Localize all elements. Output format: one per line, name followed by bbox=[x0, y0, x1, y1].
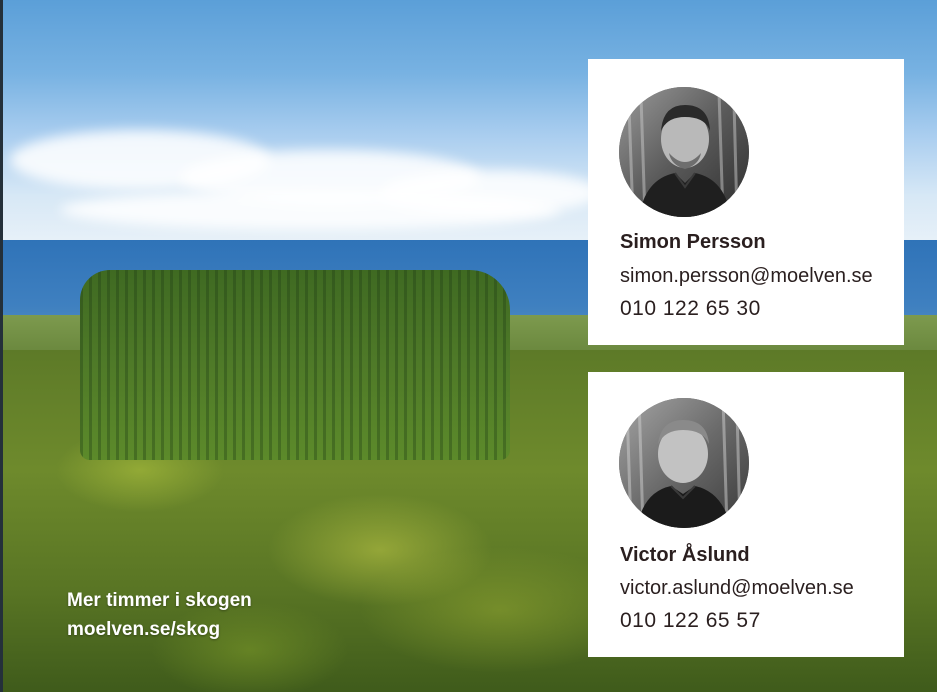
portrait-photo bbox=[619, 87, 749, 217]
contact-phone[interactable]: 010 122 65 30 bbox=[620, 297, 761, 321]
forest-banner: Mer timmer i skogen moelven.se/skog Simo… bbox=[0, 0, 937, 692]
caption: Mer timmer i skogen moelven.se/skog bbox=[67, 586, 252, 644]
caption-link[interactable]: moelven.se/skog bbox=[67, 615, 252, 644]
spruce-hill bbox=[80, 270, 510, 460]
avatar bbox=[619, 87, 749, 217]
portrait-photo bbox=[619, 398, 749, 528]
avatar bbox=[619, 398, 749, 528]
contact-name: Simon Persson bbox=[620, 231, 766, 253]
contact-card: Victor Åslund victor.aslund@moelven.se 0… bbox=[588, 372, 904, 657]
contact-name: Victor Åslund bbox=[620, 544, 750, 566]
contact-phone[interactable]: 010 122 65 57 bbox=[620, 609, 761, 633]
contact-email[interactable]: simon.persson@moelven.se bbox=[620, 265, 873, 288]
contact-card: Simon Persson simon.persson@moelven.se 0… bbox=[588, 59, 904, 345]
contact-email[interactable]: victor.aslund@moelven.se bbox=[620, 577, 854, 600]
caption-tagline: Mer timmer i skogen bbox=[67, 590, 252, 611]
left-border bbox=[0, 0, 3, 692]
